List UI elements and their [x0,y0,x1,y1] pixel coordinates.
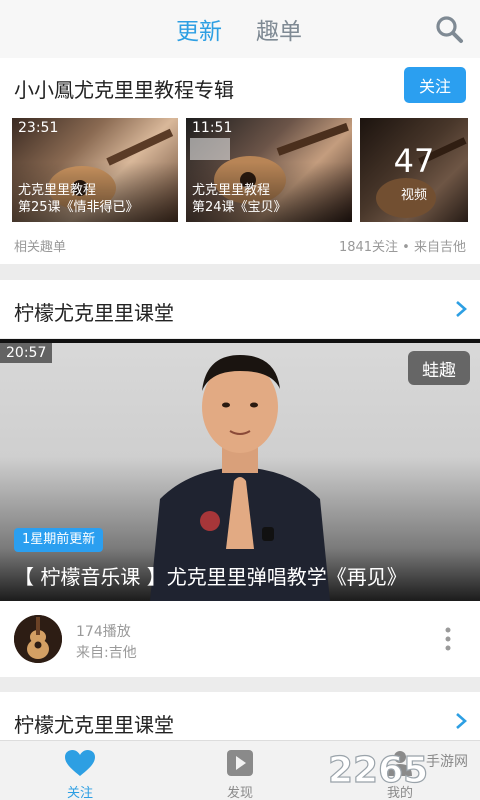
source-label: 来自:吉他 [76,645,137,661]
thumb-caption: 尤克里里教程 第24课《宝贝》 [192,183,287,215]
thumb-caption: 尤克里里教程 第25课《情非得已》 [18,183,139,215]
video-thumbnail[interactable]: 23:51 尤克里里教程 第25课《情非得已》 [12,118,178,222]
search-icon[interactable] [434,14,464,44]
more-videos-tile[interactable]: 47 视频 [360,118,468,222]
guitar-icon [14,615,62,663]
album-stats: 1841关注 • 来自吉他 [338,240,466,255]
nav-item-follow[interactable]: 关注 [0,741,160,800]
video-count: 47 [393,142,435,180]
channel-title: 柠檬尤克里里课堂 [14,301,174,325]
nav-label: 发现 [226,786,253,800]
video-player-thumbnail[interactable]: 20:57 蛙趣 1星期前更新 【 柠檬音乐课 】尤克里里弹唱教学《再见》 [0,339,480,601]
nav-label: 关注 [66,786,93,800]
follow-button[interactable]: 关注 [404,67,466,103]
nav-item-discover[interactable]: 发现 [160,741,320,800]
video-duration: 23:51 [18,120,59,136]
video-thumbnail[interactable]: 11:51 尤克里里教程 第24课《宝贝》 [186,118,352,222]
video-duration: 11:51 [192,120,233,136]
site-watermark-logo: 2265 手游网 [328,749,468,791]
play-icon [227,750,253,776]
chevron-right-icon [456,301,467,317]
tab-updates[interactable]: 更新 [176,12,222,46]
video-meta: 174播放 来自:吉他 [0,601,480,677]
svg-text:手游网: 手游网 [426,754,468,770]
watermark-logo: 蛙趣 [408,351,470,385]
album-card[interactable]: 小小鳳尤克里里教程专辑 关注 23:51 尤克里里教程 第25课《情非得已》 1… [0,58,480,264]
more-options-icon[interactable] [444,627,452,651]
svg-text:2265: 2265 [328,750,428,791]
video-duration: 20:57 [0,343,53,363]
video-count-label: 视频 [400,188,427,203]
album-title: 小小鳳尤克里里教程专辑 [14,78,234,102]
play-count: 174播放 [76,624,131,640]
channel-header[interactable]: 柠檬尤克里里课堂 [0,280,480,338]
avatar[interactable] [14,615,62,663]
top-bar: 更新 趣单 [0,0,480,58]
video-title: 【 柠檬音乐课 】尤克里里弹唱教学《再见》 [14,565,407,589]
channel-title: 柠檬尤克里里课堂 [14,713,174,737]
chevron-right-icon [456,713,467,729]
tab-playlists[interactable]: 趣单 [256,12,302,46]
update-badge: 1星期前更新 [14,528,104,552]
divider [0,339,480,343]
heart-icon [65,750,95,776]
related-playlists-label: 相关趣单 [14,240,67,255]
